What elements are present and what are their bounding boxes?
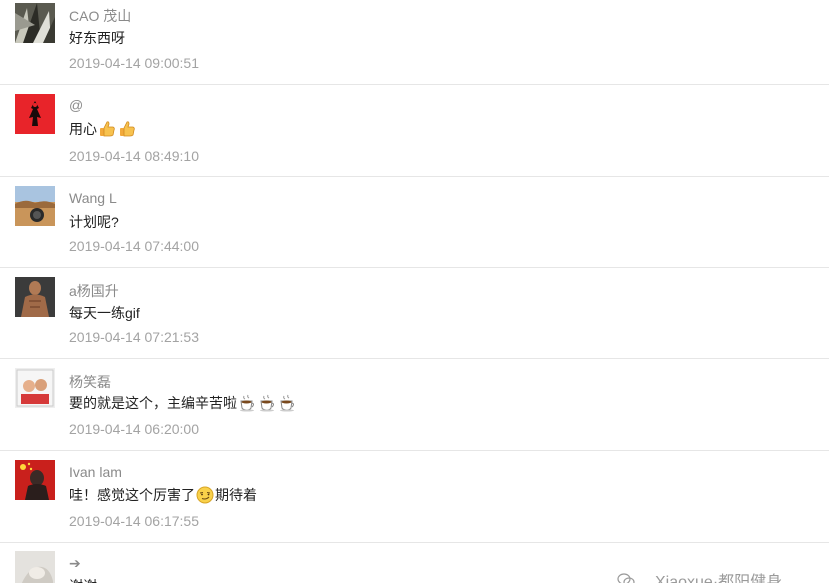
comment-timestamp: 2019-04-14 07:21:53 (69, 329, 199, 345)
comment-username: Wang L (69, 190, 117, 206)
comment-list: CAO 茂山 好东西呀 2019-04-14 09:00:51 @ 用心 201… (0, 0, 829, 583)
comment-timestamp: 2019-04-14 09:00:51 (69, 55, 199, 71)
comment-text: 哇！感觉这个厉害了 期待着 (69, 485, 257, 505)
comment-text-body: 谢谢 (69, 576, 97, 583)
watermark: Xiaoxue·都阳健身 (617, 568, 782, 583)
comment-username: a杨国升 (69, 283, 119, 299)
avatar[interactable] (15, 186, 55, 226)
comment-text: 每天一练gif (69, 303, 140, 323)
comment-text: 计划呢? (69, 212, 119, 232)
comment-text: 好东西呀 (69, 28, 125, 48)
thumbs-up-icon (98, 120, 116, 138)
comment-username: CAO 茂山 (69, 8, 132, 24)
comment-text: 谢谢 (69, 576, 97, 583)
comment-item: Wang L 计划呢? 2019-04-14 07:44:00 (0, 177, 829, 268)
comment-username: @ (69, 97, 84, 113)
comment-username: 杨笑磊 (69, 374, 111, 390)
avatar[interactable] (15, 368, 55, 408)
comment-item: 杨笑磊 要的就是这个，主编辛苦啦 2019-04-14 06:20:00 (0, 359, 829, 451)
comment-text: 用心 (69, 119, 137, 139)
comment-item: Ivan lam 哇！感觉这个厉害了 期待着 2019-04-14 06:17:… (0, 451, 829, 543)
thumbs-up-icon (118, 120, 136, 138)
watermark-text: Xiaoxue·都阳健身 (655, 574, 783, 583)
comment-timestamp: 2019-04-14 06:17:55 (69, 513, 199, 529)
avatar[interactable] (15, 551, 55, 583)
comment-item: CAO 茂山 好东西呀 2019-04-14 09:00:51 (0, 0, 829, 85)
comment-text-body: 每天一练gif (69, 305, 140, 321)
coffee-icon (258, 394, 276, 412)
comment-item: a杨国升 每天一练gif 2019-04-14 07:21:53 (0, 268, 829, 359)
comment-text-body: 哇！感觉这个厉害了 (69, 487, 195, 503)
coffee-icon (238, 394, 256, 412)
smirk-face-icon (196, 486, 214, 504)
comment-username: ➔ (69, 555, 81, 571)
comment-text-body: 用心 (69, 121, 97, 137)
avatar[interactable] (15, 94, 55, 134)
comment-text-body: 好东西呀 (69, 30, 125, 46)
comment-timestamp: 2019-04-14 07:44:00 (69, 238, 199, 254)
avatar[interactable] (15, 460, 55, 500)
comment-item: @ 用心 2019-04-14 08:49:10 (0, 85, 829, 177)
comment-text-tail: 期待着 (215, 487, 257, 503)
comment-text-body: 计划呢? (69, 214, 119, 230)
comment-timestamp: 2019-04-14 06:20:00 (69, 421, 199, 437)
wechat-icon (617, 573, 635, 583)
comment-text-body: 要的就是这个，主编辛苦啦 (69, 395, 237, 411)
comment-username: Ivan lam (69, 464, 122, 480)
comment-timestamp: 2019-04-14 08:49:10 (69, 148, 199, 164)
coffee-icon (278, 394, 296, 412)
comment-text: 要的就是这个，主编辛苦啦 (69, 393, 297, 413)
avatar[interactable] (15, 3, 55, 43)
avatar[interactable] (15, 277, 55, 317)
